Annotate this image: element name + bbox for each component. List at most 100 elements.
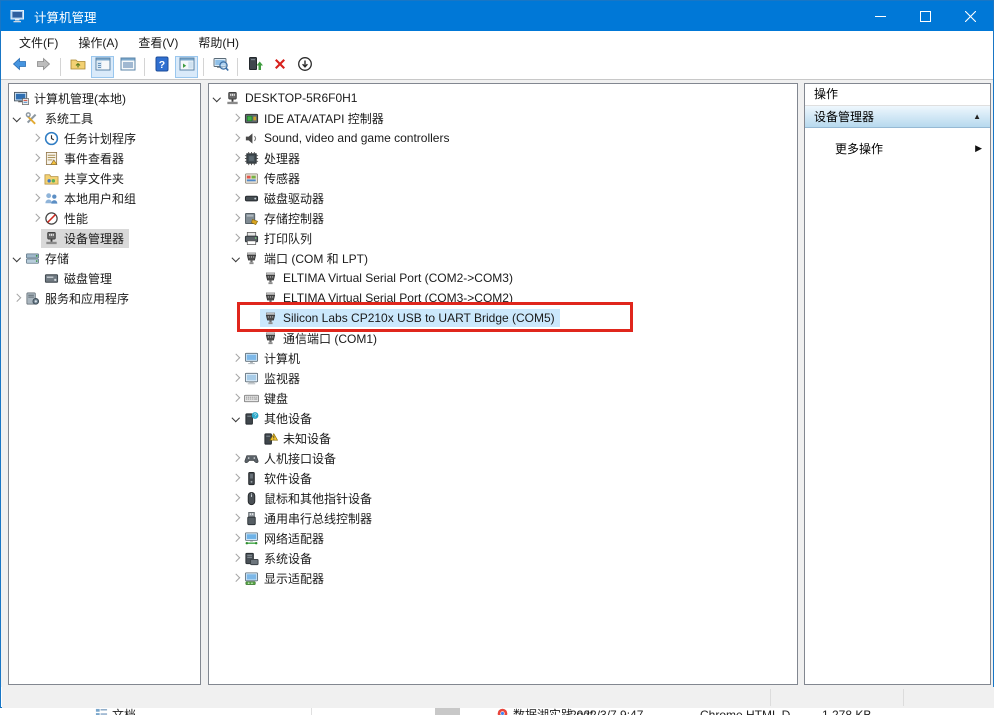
computer-icon (243, 350, 259, 366)
tree-item[interactable]: 本地用户和组 (9, 188, 200, 208)
tree-item[interactable]: 网络适配器 (209, 528, 797, 548)
tree-item[interactable]: 磁盘管理 (9, 268, 200, 288)
chevron-collapsed-icon[interactable] (230, 375, 241, 381)
tree-item[interactable]: 监视器 (209, 368, 797, 388)
chevron-collapsed-icon[interactable] (30, 195, 41, 201)
minimize-button[interactable] (858, 1, 903, 31)
mouse-icon (243, 490, 259, 506)
tree-item[interactable]: 通用串行总线控制器 (209, 508, 797, 528)
tree-item[interactable]: 人机接口设备 (209, 448, 797, 468)
tree-item[interactable]: 传感器 (209, 168, 797, 188)
event-viewer-icon (43, 150, 59, 166)
chevron-collapsed-icon[interactable] (230, 515, 241, 521)
tree-item[interactable]: 计算机 (209, 348, 797, 368)
close-button[interactable] (948, 1, 993, 31)
back-button[interactable] (7, 56, 30, 78)
tree-item-label: 通用串行总线控制器 (264, 510, 375, 527)
chevron-collapsed-icon[interactable] (230, 535, 241, 541)
tree-item-label: 系统设备 (264, 550, 315, 567)
tree-item[interactable]: 磁盘驱动器 (209, 188, 797, 208)
tree-item-label: 传感器 (264, 170, 303, 187)
collapse-icon[interactable]: ▲ (973, 112, 981, 121)
file-date: 2022/3/7 9:47 (570, 708, 643, 715)
chevron-collapsed-icon[interactable] (230, 395, 241, 401)
tree-item[interactable]: 系统工具 (9, 108, 200, 128)
tree-item[interactable]: 设备管理器 (9, 228, 200, 248)
tree-item[interactable]: 通信端口 (COM1) (209, 328, 797, 348)
tree-item-label: 端口 (COM 和 LPT) (264, 250, 371, 267)
chevron-collapsed-icon[interactable] (230, 235, 241, 241)
chevron-collapsed-icon[interactable] (230, 135, 241, 141)
export-list-icon (120, 56, 136, 77)
chevron-collapsed-icon[interactable] (30, 155, 41, 161)
chevron-collapsed-icon[interactable] (230, 155, 241, 161)
chevron-collapsed-icon[interactable] (230, 195, 241, 201)
update-driver-button[interactable] (243, 56, 266, 78)
tree-item[interactable]: ELTIMA Virtual Serial Port (COM3->COM2) (209, 288, 797, 308)
tree-item[interactable]: 存储控制器 (209, 208, 797, 228)
forward-button[interactable] (32, 56, 55, 78)
help-button[interactable]: ? (150, 56, 173, 78)
maximize-button[interactable] (903, 1, 948, 31)
tree-item[interactable]: ELTIMA Virtual Serial Port (COM2->COM3) (209, 268, 797, 288)
menu-item-3[interactable]: 帮助(H) (188, 32, 249, 53)
chevron-collapsed-icon[interactable] (230, 115, 241, 121)
chevron-collapsed-icon[interactable] (230, 555, 241, 561)
scan-hardware-button[interactable] (209, 56, 232, 78)
tree-item[interactable]: 共享文件夹 (9, 168, 200, 188)
menu-item-0[interactable]: 文件(F) (9, 32, 68, 53)
chevron-collapsed-icon[interactable] (230, 175, 241, 181)
chevron-open-icon[interactable] (11, 115, 22, 121)
tree-item[interactable]: 键盘 (209, 388, 797, 408)
tree-item[interactable]: 计算机管理(本地) (9, 88, 200, 108)
tree-item[interactable]: 性能 (9, 208, 200, 228)
chevron-open-icon[interactable] (11, 255, 22, 261)
tree-item[interactable]: ?其他设备 (209, 408, 797, 428)
tree-item[interactable]: DESKTOP-5R6F0H1 (209, 88, 797, 108)
chevron-collapsed-icon[interactable] (11, 295, 22, 301)
tree-item[interactable]: 系统设备 (209, 548, 797, 568)
menu-item-1[interactable]: 操作(A) (68, 32, 128, 53)
console-tree-toggle-button[interactable] (91, 56, 114, 78)
chevron-collapsed-icon[interactable] (30, 215, 41, 221)
chevron-collapsed-icon[interactable] (30, 135, 41, 141)
tree-item[interactable]: Sound, video and game controllers (209, 128, 797, 148)
tree-item[interactable]: 服务和应用程序 (9, 288, 200, 308)
chevron-open-icon[interactable] (230, 415, 241, 421)
tree-item[interactable]: IDE ATA/ATAPI 控制器 (209, 108, 797, 128)
actions-section-header[interactable]: 设备管理器 ▲ (805, 106, 990, 128)
chevron-collapsed-icon[interactable] (230, 355, 241, 361)
chevron-collapsed-icon[interactable] (230, 495, 241, 501)
up-folder-button[interactable] (66, 56, 89, 78)
tree-item[interactable]: 未知设备 (209, 428, 797, 448)
tree-item[interactable]: 事件查看器 (9, 148, 200, 168)
chevron-collapsed-icon[interactable] (230, 455, 241, 461)
chevron-collapsed-icon[interactable] (230, 575, 241, 581)
documents-folder-label[interactable]: 文档 (112, 708, 136, 715)
tree-item[interactable]: 存储 (9, 248, 200, 268)
action-pane-toggle-button[interactable] (175, 56, 198, 78)
printer-icon (243, 230, 259, 246)
tree-item[interactable]: 显示适配器 (209, 568, 797, 588)
tree-item[interactable]: 打印队列 (209, 228, 797, 248)
uninstall-device-button[interactable] (268, 56, 291, 78)
tree-item[interactable]: Silicon Labs CP210x USB to UART Bridge (… (209, 308, 797, 328)
disable-device-button[interactable] (293, 56, 316, 78)
system-device-icon (243, 550, 259, 566)
tree-item[interactable]: 软件设备 (209, 468, 797, 488)
chevron-open-icon[interactable] (211, 95, 222, 101)
chevron-collapsed-icon[interactable] (230, 215, 241, 221)
menu-item-2[interactable]: 查看(V) (128, 32, 188, 53)
tree-item-label: 磁盘驱动器 (264, 190, 327, 207)
tree-item-label: 监视器 (264, 370, 303, 387)
tree-item[interactable]: 端口 (COM 和 LPT) (209, 248, 797, 268)
tree-item[interactable]: 任务计划程序 (9, 128, 200, 148)
tree-item[interactable]: 处理器 (209, 148, 797, 168)
console-tree-toggle-icon (95, 56, 111, 77)
more-actions-item[interactable]: 更多操作 ▶ (805, 136, 990, 160)
export-list-button[interactable] (116, 56, 139, 78)
chevron-collapsed-icon[interactable] (30, 175, 41, 181)
tree-item[interactable]: 鼠标和其他指针设备 (209, 488, 797, 508)
chevron-open-icon[interactable] (230, 255, 241, 261)
chevron-collapsed-icon[interactable] (230, 475, 241, 481)
